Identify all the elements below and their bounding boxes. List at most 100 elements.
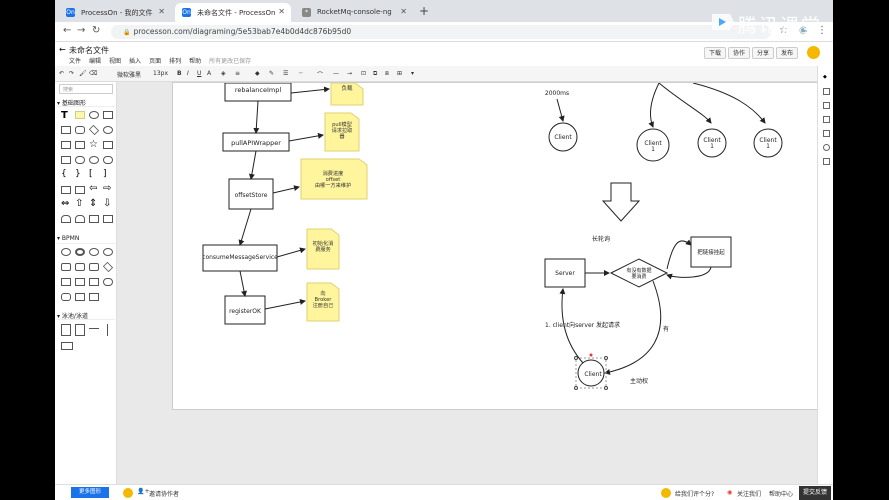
sticky-note[interactable]: 向 Broker 注册自己 xyxy=(306,282,340,322)
invite-link[interactable]: 邀请协作者 xyxy=(149,489,179,498)
intermediate-event-icon[interactable] xyxy=(89,248,99,256)
align-icon[interactable]: ≡ xyxy=(235,70,240,77)
sticky-note[interactable]: 初始化消费服务 xyxy=(306,228,340,270)
url-input[interactable]: 🔒 processon.com/diagraming/5e53bab7e4b0d4… xyxy=(111,25,771,39)
poll-arrow[interactable] xyxy=(556,98,565,122)
feedback-button[interactable]: 提交反馈 xyxy=(799,486,831,500)
menu-insert[interactable]: 插入 xyxy=(129,56,141,65)
download-button[interactable]: 下载 xyxy=(704,47,727,59)
vertical-pool-icon[interactable] xyxy=(61,324,71,336)
layer-icon[interactable]: ⧈ xyxy=(385,70,389,78)
big-down-arrow[interactable] xyxy=(601,182,641,222)
menu-edit[interactable]: 编辑 xyxy=(89,56,101,65)
data-store-icon[interactable] xyxy=(75,278,85,286)
tab-rocketmq-console[interactable]: * RocketMq-console-ng ✕ xyxy=(295,3,413,22)
doc-shape-icon[interactable] xyxy=(61,186,71,194)
doc-title[interactable]: 未命名文件 xyxy=(69,45,109,56)
flow-arrow[interactable] xyxy=(253,100,260,134)
add-user-icon[interactable]: 👤+ xyxy=(137,488,150,495)
card-shape-icon[interactable] xyxy=(75,186,85,194)
annotation-icon[interactable] xyxy=(75,293,85,301)
new-tab-plus-icon[interactable]: + xyxy=(419,4,429,18)
forward-icon[interactable]: → xyxy=(77,25,85,36)
menu-help[interactable]: 帮助 xyxy=(189,56,201,65)
hexagon-shape-icon[interactable] xyxy=(103,141,113,149)
rect-shape-icon[interactable] xyxy=(103,111,113,119)
share-button[interactable]: 分享 xyxy=(752,47,775,59)
rounded-rect-shape-icon[interactable] xyxy=(75,126,85,134)
start-arrow-icon[interactable]: — xyxy=(333,70,339,77)
star-shape-icon[interactable]: ☆ xyxy=(89,139,98,150)
reload-icon[interactable]: ↻ xyxy=(92,25,100,36)
brace-right-shape-icon[interactable]: } xyxy=(75,169,81,179)
vertical-lane-icon[interactable] xyxy=(75,324,85,336)
sticky-note[interactable]: pull模型请求拉取器 xyxy=(324,112,360,152)
close-icon[interactable]: ✕ xyxy=(158,7,165,16)
group-shape-icon[interactable] xyxy=(61,293,71,301)
outline-icon[interactable] xyxy=(823,102,830,109)
arrow-updown-shape-icon[interactable]: ⇕ xyxy=(89,198,97,209)
line-color-icon[interactable]: ✎ xyxy=(269,70,274,77)
frame-shape-icon[interactable] xyxy=(103,215,113,223)
bold-icon[interactable]: B xyxy=(177,70,182,77)
note-arrow[interactable] xyxy=(264,299,306,310)
brace-left-shape-icon[interactable]: { xyxy=(61,169,67,179)
gateway-icon[interactable] xyxy=(102,261,114,273)
close-icon[interactable]: ✕ xyxy=(400,7,407,16)
u-turn-shape-icon[interactable] xyxy=(75,215,85,223)
menu-page[interactable]: 页面 xyxy=(149,56,161,65)
resize-handle[interactable] xyxy=(604,356,608,360)
back-arrow-icon[interactable]: ← xyxy=(59,45,66,54)
arrow-down-shape-icon[interactable]: ⇩ xyxy=(103,198,111,209)
note-arrow[interactable] xyxy=(276,247,306,258)
sticky-note[interactable]: 消费进度 offset 由哪一方来维护 xyxy=(300,158,368,200)
horizontal-pool-icon[interactable] xyxy=(61,342,73,350)
clear-format-icon[interactable]: ⌫ xyxy=(89,70,97,77)
data-icon[interactable] xyxy=(823,116,830,123)
tab-processon-files[interactable]: On ProcessOn - 我的文件 ✕ xyxy=(59,3,171,22)
section-basic-shapes[interactable]: ▾ 基础图形 xyxy=(57,98,115,107)
rectangle-shape-icon[interactable] xyxy=(61,126,71,134)
text-shape-icon[interactable]: T xyxy=(61,110,68,121)
section-bpmn[interactable]: ▾ BPMN xyxy=(57,235,115,244)
font-color-icon[interactable]: A xyxy=(207,70,211,77)
diagram-canvas[interactable]: rebalanceImpl pullAPIWrapper offsetStore… xyxy=(117,82,824,484)
group-icon[interactable]: ⧉ xyxy=(373,70,377,78)
back-icon[interactable]: ← xyxy=(63,25,71,36)
loop-back-arrow[interactable] xyxy=(666,266,712,280)
lock-shape-icon[interactable]: ⊡ xyxy=(361,70,366,77)
bracket-close-shape-icon[interactable]: ] xyxy=(103,169,107,179)
arrow-left-shape-icon[interactable]: ⇦ xyxy=(89,183,97,194)
database-icon[interactable] xyxy=(103,278,113,286)
page-icon[interactable] xyxy=(823,88,830,95)
shape-search-input[interactable]: 搜索 xyxy=(59,84,113,94)
connection-line[interactable] xyxy=(648,82,660,128)
call-activity-icon[interactable] xyxy=(89,263,99,271)
flow-arrow[interactable] xyxy=(238,208,252,246)
tab-untitled-file[interactable]: On 未命名文件 - ProcessOn ✕ xyxy=(175,3,291,22)
oval-shape-icon[interactable] xyxy=(89,156,99,164)
subprocess-icon[interactable] xyxy=(75,263,85,271)
separator-h-icon[interactable] xyxy=(89,328,99,329)
line-style-icon[interactable]: ┄ xyxy=(299,70,303,77)
resize-handle[interactable] xyxy=(574,356,578,360)
connection-line[interactable] xyxy=(692,82,766,124)
arrow-both-shape-icon[interactable]: ⇔ xyxy=(61,198,69,209)
flow-arrow[interactable] xyxy=(239,270,247,297)
publish-button[interactable]: 发布 xyxy=(776,47,799,59)
menu-arrange[interactable]: 排列 xyxy=(169,56,181,65)
start-event-icon[interactable] xyxy=(61,248,71,256)
task-icon[interactable] xyxy=(61,263,71,271)
triangle-shape-icon[interactable] xyxy=(61,141,71,149)
comment-icon[interactable] xyxy=(823,158,830,165)
arrange-icon[interactable]: ⊞ xyxy=(397,70,402,77)
resize-handle[interactable] xyxy=(574,386,578,390)
loop-arrow[interactable] xyxy=(666,239,692,270)
font-select[interactable]: 微软雅黑 xyxy=(117,70,141,79)
attach-icon[interactable] xyxy=(823,130,830,137)
menu-view[interactable]: 视图 xyxy=(109,56,121,65)
separator-v-icon[interactable] xyxy=(107,324,108,336)
fill-color-icon[interactable]: ◈ xyxy=(221,70,226,77)
ellipse-shape-icon[interactable] xyxy=(103,126,113,134)
note-shape-icon[interactable] xyxy=(75,111,85,119)
